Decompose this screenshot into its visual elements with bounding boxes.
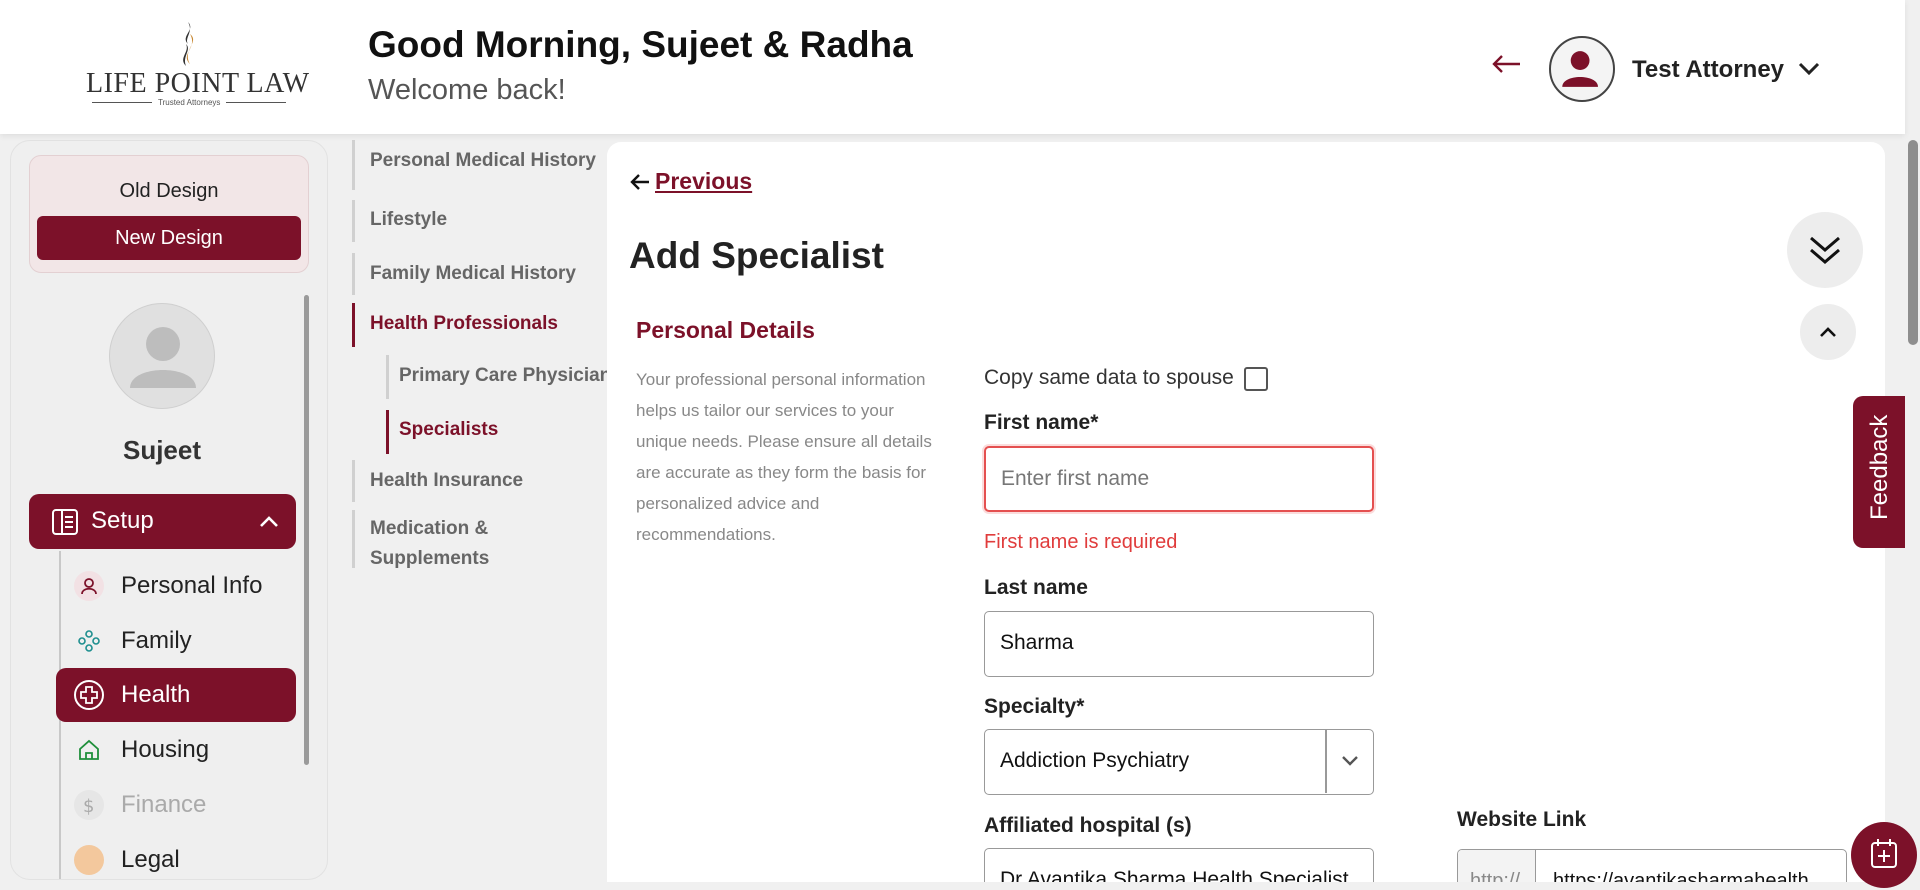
feedback-tab[interactable]: Feedback <box>1853 396 1905 548</box>
step-family-medical-history[interactable]: Family Medical History <box>370 263 576 285</box>
step-bar <box>352 510 355 568</box>
chevron-up-icon <box>1820 327 1836 337</box>
sidebar-item-label: Health <box>121 681 191 708</box>
sidebar-item-personal-info[interactable]: Personal Info <box>56 559 296 613</box>
calendar-add-fab[interactable] <box>1851 822 1917 888</box>
specialty-value: Addiction Psychiatry <box>1000 749 1190 772</box>
section-title: Personal Details <box>636 317 815 343</box>
affiliated-hospital-label: Affiliated hospital (s) <box>984 814 1192 837</box>
last-name-input[interactable]: Sharma <box>984 611 1374 677</box>
step-medication-supplements[interactable]: Medication & Supplements <box>370 514 489 574</box>
sidebar-item-label: Housing <box>121 736 210 763</box>
step-bar <box>352 460 355 502</box>
step-health-insurance[interactable]: Health Insurance <box>370 470 523 492</box>
step-bar <box>352 253 355 295</box>
user-name[interactable]: Test Attorney <box>1632 56 1784 84</box>
svg-text:$: $ <box>83 796 94 817</box>
section-description: Your professional personal information h… <box>636 370 932 544</box>
calendar-plus-icon <box>1871 839 1897 868</box>
chevron-down-icon[interactable] <box>1796 58 1822 78</box>
page-scrollbar[interactable] <box>1908 140 1918 345</box>
last-name-label: Last name <box>984 576 1088 599</box>
chevron-up-icon <box>260 516 278 527</box>
welcome-text: Welcome back! <box>368 74 566 106</box>
health-cross-icon <box>74 680 104 710</box>
sidebar-item-label: Legal <box>121 846 180 873</box>
step-medication-line1: Medication & <box>370 518 489 539</box>
sidebar-scrollbar[interactable] <box>304 295 309 765</box>
sidebar-item-family[interactable]: Family <box>56 614 296 668</box>
main-panel: Previous Add Specialist Personal Details… <box>607 142 1885 882</box>
copy-spouse-checkbox[interactable] <box>1244 367 1268 391</box>
arrow-left-icon <box>630 174 649 190</box>
sidebar-item-finance[interactable]: $ Finance <box>56 778 296 832</box>
step-medication-line2: Supplements <box>370 548 490 569</box>
first-name-input[interactable]: Enter first name <box>984 446 1374 512</box>
sidebar-item-label: Finance <box>121 791 207 818</box>
setup-section-toggle[interactable]: Setup <box>29 494 296 549</box>
left-sidebar: Old Design New Design Sujeet Setup Perso… <box>10 140 328 880</box>
profile-avatar[interactable] <box>109 303 215 409</box>
logo-text: LIFE POINT LAW <box>86 68 310 99</box>
step-primary-care-physician[interactable]: Primary Care Physician <box>399 365 611 387</box>
user-silhouette-icon <box>1562 51 1598 87</box>
first-name-placeholder: Enter first name <box>1001 467 1150 490</box>
collapse-all-button[interactable] <box>1787 212 1863 288</box>
greeting-heading: Good Morning, Sujeet & Radha <box>368 24 913 65</box>
step-bar <box>352 200 355 242</box>
back-arrow-icon[interactable] <box>1490 52 1522 76</box>
step-specialists[interactable]: Specialists <box>399 419 498 441</box>
user-avatar[interactable] <box>1549 36 1615 102</box>
page-title: Add Specialist <box>629 235 884 276</box>
sidebar-item-legal[interactable]: Legal <box>56 833 296 879</box>
sidebar-item-label: Family <box>121 627 192 654</box>
chevron-down-icon <box>1342 756 1358 766</box>
setup-book-icon <box>52 509 78 535</box>
step-bar-active <box>352 303 355 347</box>
design-switcher: Old Design New Design <box>29 155 309 273</box>
new-design-button[interactable]: New Design <box>37 216 301 260</box>
affiliated-hospital-value: Dr.Avantika Sharma Health Specialist <box>1000 868 1349 882</box>
logo-tagline: Trusted Attorneys <box>86 98 290 107</box>
website-value: https://avantikasharmahealth <box>1553 870 1809 882</box>
life-point-law-logo[interactable]: LIFE POINT LAW Trusted Attorneys <box>86 20 310 110</box>
sidebar-item-label: Personal Info <box>121 572 263 599</box>
profile-name: Sujeet <box>122 435 202 465</box>
app-header: LIFE POINT LAW Trusted Attorneys Good Mo… <box>0 0 1905 134</box>
old-design-button[interactable]: Old Design <box>30 180 308 203</box>
step-personal-medical-history[interactable]: Personal Medical History <box>370 150 596 172</box>
house-icon <box>74 735 104 765</box>
avatar-placeholder-icon <box>130 327 196 388</box>
previous-label: Previous <box>655 168 753 194</box>
step-lifestyle[interactable]: Lifestyle <box>370 209 447 231</box>
specialty-select[interactable]: Addiction Psychiatry <box>984 729 1374 795</box>
collapse-section-button[interactable] <box>1800 304 1856 360</box>
person-icon <box>74 571 104 601</box>
double-chevron-down-icon <box>1810 236 1840 264</box>
last-name-value: Sharma <box>1000 631 1074 654</box>
previous-link[interactable]: Previous <box>629 168 752 195</box>
dollar-icon: $ <box>74 790 104 820</box>
sidebar-item-health[interactable]: Health <box>56 668 296 722</box>
step-bar-active <box>386 410 389 454</box>
logo-flame-icon <box>183 22 194 66</box>
step-bar <box>386 355 389 399</box>
legal-icon <box>74 845 104 875</box>
first-name-label: First name* <box>984 411 1099 434</box>
first-name-error: First name is required <box>984 531 1178 553</box>
step-health-professionals[interactable]: Health Professionals <box>370 313 558 335</box>
setup-label: Setup <box>91 507 154 534</box>
step-bar <box>352 140 355 190</box>
specialty-label: Specialty* <box>984 695 1085 718</box>
sidebar-item-housing[interactable]: Housing <box>56 723 296 777</box>
website-link-input[interactable]: http:// https://avantikasharmahealth <box>1457 849 1847 882</box>
copy-spouse-label: Copy same data to spouse <box>984 366 1234 389</box>
affiliated-hospital-input[interactable]: Dr.Avantika Sharma Health Specialist <box>984 848 1374 882</box>
feedback-label: Feedback <box>1866 414 1893 520</box>
website-link-label: Website Link <box>1457 808 1587 831</box>
select-divider <box>1325 730 1327 793</box>
website-prefix: http:// <box>1458 850 1536 882</box>
family-icon <box>74 626 104 656</box>
